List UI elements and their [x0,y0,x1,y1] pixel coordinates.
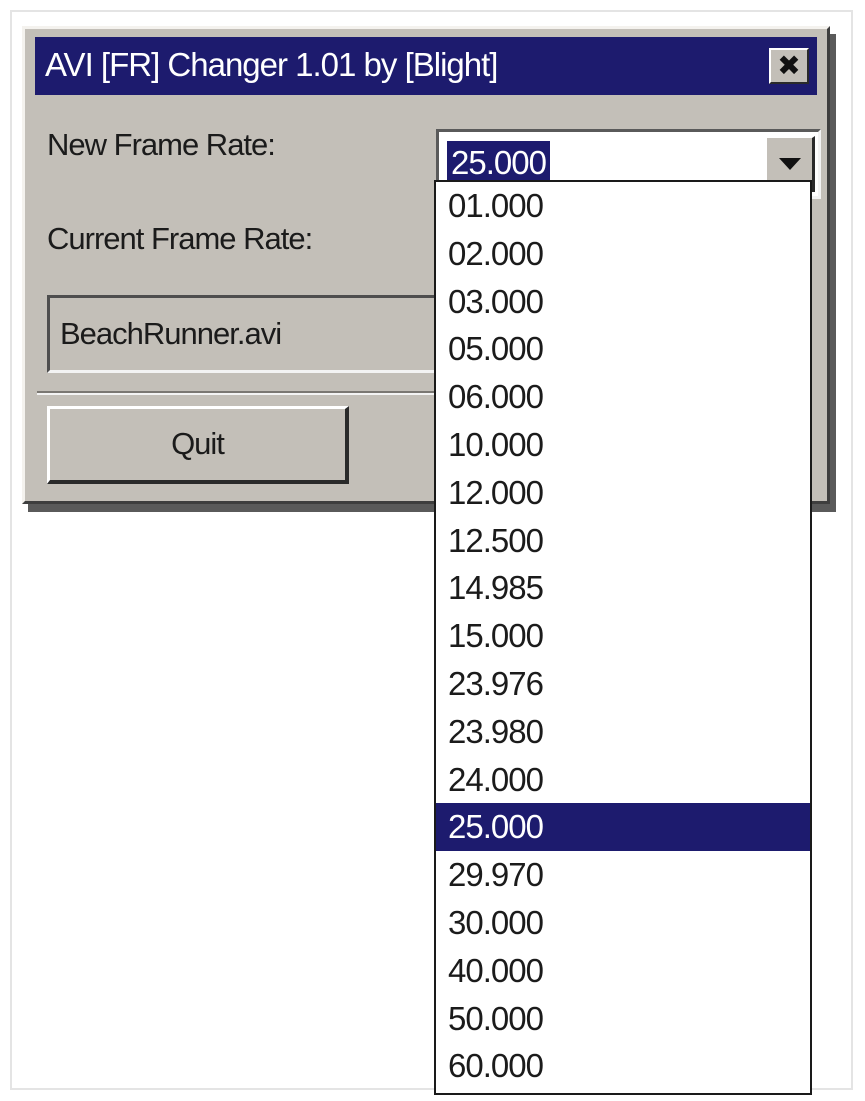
frame-rate-option[interactable]: 02.000 [436,230,810,278]
frame-rate-option[interactable]: 60.000 [436,1042,810,1090]
frame-rate-option[interactable]: 25.000 [436,803,810,852]
frame-rate-option[interactable]: 12.500 [436,517,810,565]
frame-rate-option[interactable]: 01.000 [436,182,810,230]
title-bar[interactable]: AVI [FR] Changer 1.01 by [Blight] ✖ [35,37,817,95]
quit-button[interactable]: Quit [47,406,349,484]
close-icon: ✖ [777,50,801,81]
frame-rate-option[interactable]: 40.000 [436,947,810,995]
frame-rate-option[interactable]: 23.976 [436,660,810,708]
frame-rate-option[interactable]: 03.000 [436,278,810,326]
current-frame-rate-label: Current Frame Rate: [47,221,313,256]
window-title: AVI [FR] Changer 1.01 by [Blight] [45,46,498,83]
frame-rate-option[interactable]: 24.000 [436,756,810,804]
frame-rate-value[interactable]: 25.000 [447,141,550,185]
frame-rate-option[interactable]: 50.000 [436,995,810,1043]
frame-rate-dropdown-list[interactable]: 01.000 02.000 03.000 05.000 06.000 10.000 12.0… [434,180,812,1095]
frame-rate-option[interactable]: 30.000 [436,899,810,947]
frame-rate-option[interactable]: 10.000 [436,421,810,469]
divider [37,391,437,395]
frame-rate-option[interactable]: 12.000 [436,469,810,517]
frame-rate-option[interactable]: 05.000 [436,325,810,373]
new-frame-rate-label: New Frame Rate: [47,127,276,162]
frame-rate-option[interactable]: 14.985 [436,564,810,612]
frame-rate-option[interactable]: 23.980 [436,708,810,756]
file-name-field: BeachRunner.avi [47,295,447,373]
frame-rate-option[interactable]: 06.000 [436,373,810,421]
close-button[interactable]: ✖ [769,48,809,84]
frame-rate-option[interactable]: 29.970 [436,851,810,899]
frame-rate-option[interactable]: 15.000 [436,612,810,660]
